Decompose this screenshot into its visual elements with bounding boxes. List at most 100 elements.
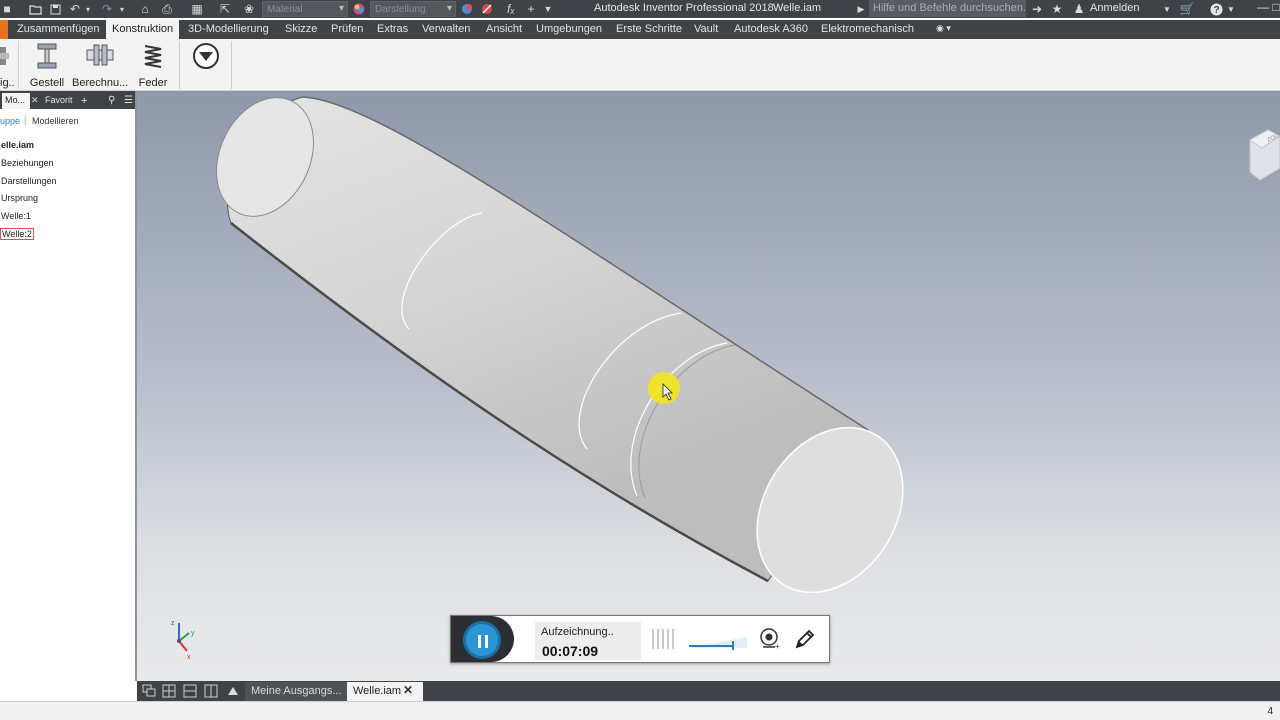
tab-inspect[interactable]: Prüfen <box>331 20 363 39</box>
webcam-icon[interactable]: + <box>759 628 781 650</box>
graphics-viewport[interactable] <box>137 91 1280 681</box>
customize-quick-access-icon[interactable]: ▼ <box>541 1 555 17</box>
menu-icon[interactable]: ☰ <box>121 93 136 109</box>
viewcube[interactable]: ZOO <box>1248 126 1280 185</box>
material-dropdown[interactable]: Material <box>262 1 348 17</box>
favorites-star-icon[interactable]: ★ <box>1050 1 1064 17</box>
partial-button-label: ig... <box>0 77 14 89</box>
clear-appearance-icon[interactable] <box>480 1 494 17</box>
tree-item-welle1[interactable]: Welle:1 <box>1 211 31 221</box>
open-icon[interactable] <box>28 1 42 17</box>
screen-recorder-widget: Aufzeichnung.. 00:07:09 + <box>450 615 830 663</box>
app-menu-icon[interactable]: ■ <box>2 1 12 17</box>
new-icon[interactable]: + <box>524 1 538 17</box>
tree-item-origin[interactable]: Ursprung <box>1 193 38 203</box>
frame-button[interactable]: Gestell <box>27 41 67 91</box>
svg-text:y: y <box>191 630 195 637</box>
svg-text:?: ? <box>1213 5 1219 16</box>
home-icon[interactable]: ⌂ <box>138 1 152 17</box>
tab-home-document[interactable]: Meine Ausgangs... <box>245 682 348 701</box>
close-document-icon[interactable]: ✕ <box>403 683 417 699</box>
appearance-ball-icon[interactable] <box>352 1 366 17</box>
spring-button[interactable]: Feder <box>133 41 173 91</box>
filter-modeling-link[interactable]: Modellieren <box>32 116 79 126</box>
recording-status-label: Aufzeichnung.. <box>541 626 614 638</box>
help-icon[interactable]: ? <box>1208 1 1224 17</box>
spring-button-label: Feder <box>138 77 168 89</box>
more-tools-button[interactable] <box>188 41 224 91</box>
pen-annotation-icon[interactable] <box>794 628 816 650</box>
tab-favorites[interactable]: Favorit <box>42 93 76 109</box>
search-icon[interactable]: ⚲ <box>105 93 118 109</box>
minimize-icon[interactable]: — <box>1252 0 1274 17</box>
signin-dropdown-icon[interactable]: ▼ <box>1162 1 1172 17</box>
undo-icon[interactable]: ↶ <box>68 1 82 17</box>
audio-meter-icon <box>652 629 674 649</box>
ribbon-separator <box>231 41 232 89</box>
tab-list-up-icon[interactable] <box>226 684 240 698</box>
frame-button-label: Gestell <box>29 77 65 89</box>
redo-dropdown-icon[interactable]: ▾ <box>118 1 126 17</box>
close-model-tab-icon[interactable]: ✕ <box>28 93 42 109</box>
model-browser: Mo... ✕ Favorit + ⚲ ☰ uppe | Modellieren… <box>0 91 137 681</box>
print-icon[interactable]: ⎙ <box>160 1 174 17</box>
partial-button[interactable]: ig... <box>0 41 14 91</box>
tab-design[interactable]: Konstruktion <box>106 20 180 39</box>
expand-down-icon <box>193 43 219 69</box>
file-tab[interactable] <box>0 20 8 39</box>
save-icon[interactable] <box>48 1 62 17</box>
tab-model[interactable]: Mo... <box>2 93 30 109</box>
tab-3d-model[interactable]: 3D-Modellierung <box>188 20 269 39</box>
tab-a360[interactable]: Autodesk A360 <box>734 20 808 39</box>
appearance-icon[interactable]: ❀ <box>242 1 256 17</box>
tab-get-started[interactable]: Erste Schritte <box>616 20 682 39</box>
tab-manage[interactable]: Verwalten <box>422 20 470 39</box>
tab-tools[interactable]: Extras <box>377 20 408 39</box>
redo-icon[interactable]: ↷ <box>100 1 114 17</box>
volume-slider[interactable] <box>689 636 747 650</box>
cascade-windows-icon[interactable] <box>142 684 156 698</box>
shaft-model[interactable] <box>137 91 1280 681</box>
tile-vertical-icon[interactable] <box>204 684 218 698</box>
browser-tab-bar: Mo... ✕ Favorit + ⚲ ☰ <box>0 91 135 109</box>
parameters-icon[interactable]: fₓ <box>504 1 518 17</box>
tab-vault[interactable]: Vault <box>694 20 718 39</box>
tab-sketch[interactable]: Skizze <box>285 20 317 39</box>
signin-button[interactable]: Anmelden <box>1090 2 1140 14</box>
filter-group-link[interactable]: uppe <box>0 116 20 126</box>
user-icon[interactable]: ♟ <box>1072 1 1086 17</box>
tab-electromechanical[interactable]: Elektromechanisch <box>821 20 914 39</box>
maximize-icon[interactable]: □ <box>1272 0 1280 17</box>
app-title: Autodesk Inventor Professional 2018 <box>594 2 774 14</box>
status-bar: 4 <box>0 701 1280 720</box>
tab-assemble[interactable]: Zusammenfügen <box>17 20 100 39</box>
tile-windows-icon[interactable] <box>162 684 176 698</box>
calculator-button[interactable]: Berechnu... <box>72 41 128 91</box>
tile-horizontal-icon[interactable] <box>183 684 197 698</box>
tree-item-welle2[interactable]: Welle:2 <box>0 228 34 240</box>
adjust-appearance-icon[interactable] <box>460 1 474 17</box>
undo-dropdown-icon[interactable]: ▾ <box>84 1 92 17</box>
select-icon[interactable]: ⇱ <box>218 1 232 17</box>
update-icon[interactable]: ▦ <box>190 1 204 17</box>
search-expand-icon[interactable]: ▶ <box>856 1 866 17</box>
search-arrow-icon[interactable]: ➜ <box>1030 1 1044 17</box>
tree-root[interactable]: elle.iam <box>1 140 34 150</box>
recorder-control-area <box>451 616 514 662</box>
cart-icon[interactable]: 🛒 <box>1180 1 1195 17</box>
tab-environments[interactable]: Umgebungen <box>536 20 602 39</box>
tree-item-relations[interactable]: Beziehungen <box>1 158 54 168</box>
tab-view[interactable]: Ansicht <box>486 20 522 39</box>
display-dropdown[interactable]: Darstellung <box>370 1 456 17</box>
help-search-input[interactable]: Hilfe und Befehle durchsuchen... <box>869 0 1026 17</box>
add-tab-icon[interactable]: + <box>78 93 90 109</box>
help-dropdown-icon[interactable]: ▼ <box>1226 1 1236 17</box>
title-bar: ■ ↶ ▾ ↷ ▾ ⌂ ⎙ ▦ ⇱ ❀ Material Darstellung… <box>0 0 1280 18</box>
recording-timer: 00:07:09 <box>542 643 599 659</box>
tree-item-representations[interactable]: Darstellungen <box>1 176 57 186</box>
camera-dropdown-icon[interactable]: ◉ ▾ <box>936 20 951 39</box>
pause-recording-button[interactable] <box>463 621 501 659</box>
ribbon-panel: ig... Gestell Berechnu... Feder <box>0 39 1280 91</box>
status-count: 4 <box>1267 706 1273 717</box>
file-title: Welle.iam <box>773 2 822 14</box>
